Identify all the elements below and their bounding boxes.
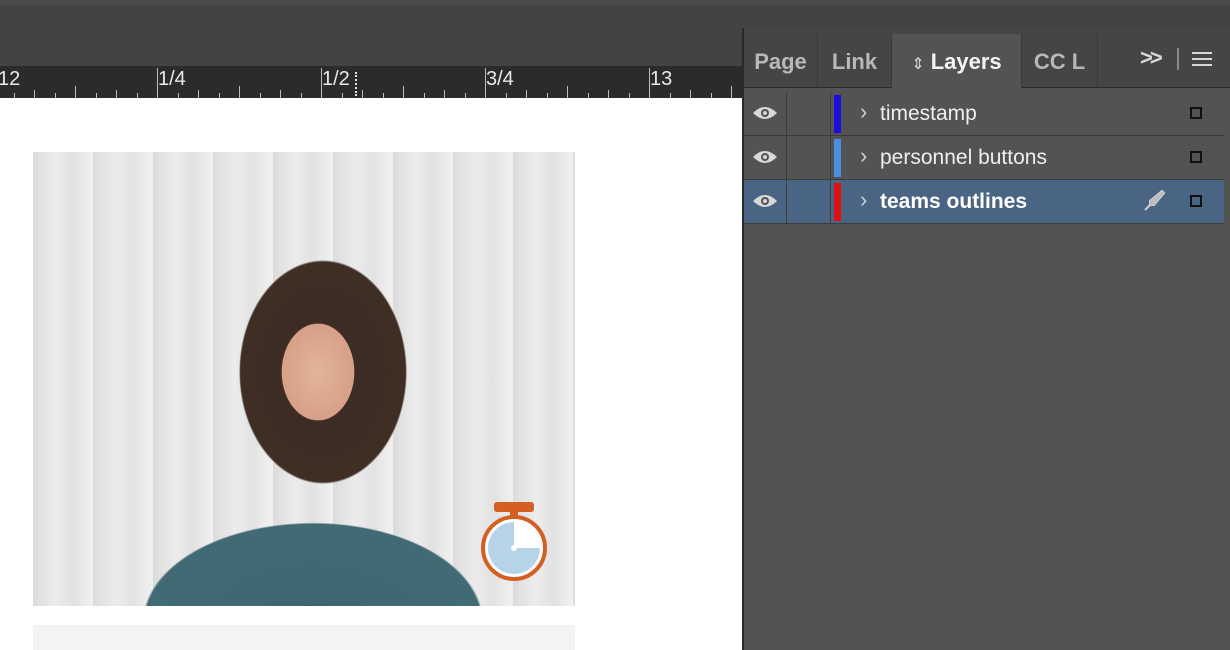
layer-color-swatch	[834, 95, 841, 133]
layer-row-teams-outlines[interactable]: › teams outlines	[744, 180, 1224, 224]
layer-row-personnel-buttons[interactable]: › personnel buttons	[744, 136, 1224, 180]
tab-label: Layers	[930, 49, 1002, 74]
portrait-photo[interactable]	[33, 152, 575, 606]
visibility-toggle[interactable]	[744, 136, 787, 179]
lock-toggle[interactable]	[786, 136, 831, 179]
ruler-label: 1/2	[322, 68, 350, 90]
ruler-label: 12	[0, 68, 21, 90]
up-down-chevron-icon: ⇕	[911, 56, 925, 73]
layers-panel: Page Link ⇕ Layers CC L >> › timestamp › …	[742, 28, 1230, 650]
pen-icon	[1144, 189, 1166, 211]
eye-icon	[753, 151, 777, 163]
tab-label: Page	[754, 49, 807, 74]
selection-square-icon[interactable]	[1190, 151, 1202, 163]
ruler-label: 3/4	[486, 68, 514, 90]
ruler-tick	[608, 90, 609, 98]
ruler-tick	[567, 86, 568, 98]
layer-name: teams outlines	[880, 190, 1028, 213]
visibility-toggle[interactable]	[744, 180, 787, 223]
ruler-tick	[239, 86, 240, 98]
ruler-tick	[444, 90, 445, 98]
layer-color-swatch	[834, 183, 841, 221]
chevron-right-icon[interactable]: ›	[860, 100, 867, 124]
horizontal-ruler[interactable]: 12 1/4 1/2 3/4 13	[0, 66, 742, 99]
ruler-tick	[403, 86, 404, 98]
chevron-right-icon[interactable]: ›	[860, 144, 867, 168]
layer-color-swatch	[834, 139, 841, 177]
ruler-tick	[485, 68, 486, 98]
ruler-tick	[690, 90, 691, 98]
layer-row-timestamp[interactable]: › timestamp	[744, 92, 1224, 136]
tab-label: Link	[831, 49, 878, 74]
ruler-tick	[649, 68, 650, 98]
tab-layers[interactable]: ⇕ Layers	[892, 34, 1022, 88]
lock-toggle[interactable]	[786, 92, 831, 135]
tab-pages[interactable]: Page	[744, 34, 818, 88]
stopwatch-icon[interactable]	[479, 502, 549, 584]
document-page[interactable]	[0, 98, 742, 650]
eye-icon	[753, 107, 777, 119]
ruler-tick	[198, 90, 199, 98]
panel-tab-bar: Page Link ⇕ Layers CC L >>	[744, 28, 1230, 88]
tab-links[interactable]: Link	[818, 34, 892, 88]
panel-menu-icon[interactable]	[1192, 52, 1212, 66]
selection-square-icon[interactable]	[1190, 107, 1202, 119]
ruler-tick	[526, 90, 527, 98]
double-chevron-right-icon[interactable]: >>	[1140, 46, 1163, 70]
ruler-tick	[280, 90, 281, 98]
caption-area	[33, 625, 575, 650]
layer-name: personnel buttons	[880, 146, 1047, 169]
ruler-tick	[34, 90, 35, 98]
chevron-right-icon[interactable]: ›	[860, 188, 867, 212]
tab-label: CC L	[1033, 49, 1086, 74]
selection-square-icon[interactable]	[1190, 195, 1202, 207]
ruler-tick	[731, 86, 732, 98]
ruler-tick	[116, 90, 117, 98]
lock-toggle[interactable]	[786, 180, 831, 223]
ruler-label: 1/4	[158, 68, 186, 90]
ruler-tick	[321, 68, 322, 98]
ruler-cursor-marker	[355, 72, 357, 96]
ruler-tick	[157, 68, 158, 98]
tab-cc-libraries[interactable]: CC L	[1022, 34, 1098, 88]
layers-list: › timestamp › personnel buttons › teams …	[744, 92, 1224, 224]
ruler-label: 13	[650, 68, 673, 90]
visibility-toggle[interactable]	[744, 92, 787, 135]
ruler-tick	[362, 90, 363, 98]
layer-name: timestamp	[880, 102, 977, 125]
eye-icon	[753, 195, 777, 207]
ruler-tick	[75, 86, 76, 98]
divider	[1177, 48, 1179, 70]
